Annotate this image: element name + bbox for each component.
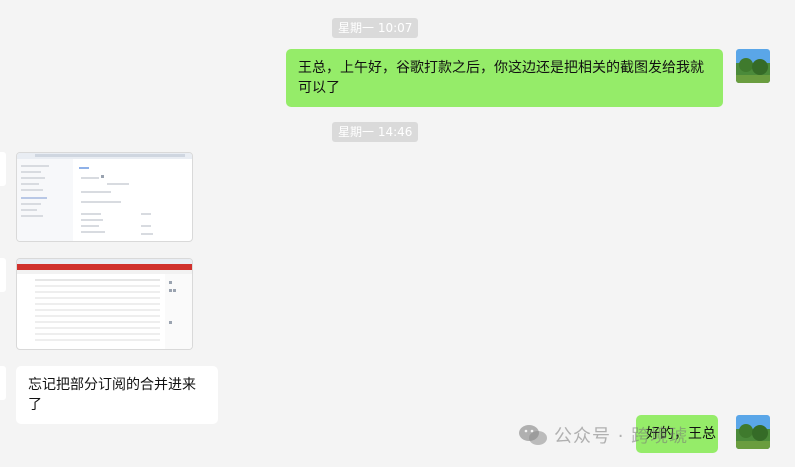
wechat-icon [519,425,547,445]
self-avatar[interactable] [736,49,770,83]
address-bar [35,154,185,157]
incoming-avatar-edge [0,258,6,292]
incoming-message-bubble[interactable]: 忘记把部分订阅的合并进来了 [16,366,218,424]
self-avatar[interactable] [736,415,770,449]
avatar-landscape-image [736,49,770,83]
incoming-image-thumbnail[interactable] [16,152,193,242]
outgoing-message-bubble[interactable]: 王总，上午好，谷歌打款之后，你这边还是把相关的截图发给我就可以了 [286,49,723,107]
incoming-image-thumbnail[interactable] [16,258,193,350]
timestamp-chip: 星期一 14:46 [332,122,419,142]
watermark: 公众号 · 跨境琥 [518,422,688,448]
avatar-landscape-image [736,415,770,449]
watermark-text: 公众号 · 跨境琥 [554,426,689,447]
right-panel [165,274,192,349]
incoming-avatar-edge [0,366,6,400]
timestamp-chip: 星期一 10:07 [332,18,419,38]
incoming-avatar-edge [0,152,6,186]
